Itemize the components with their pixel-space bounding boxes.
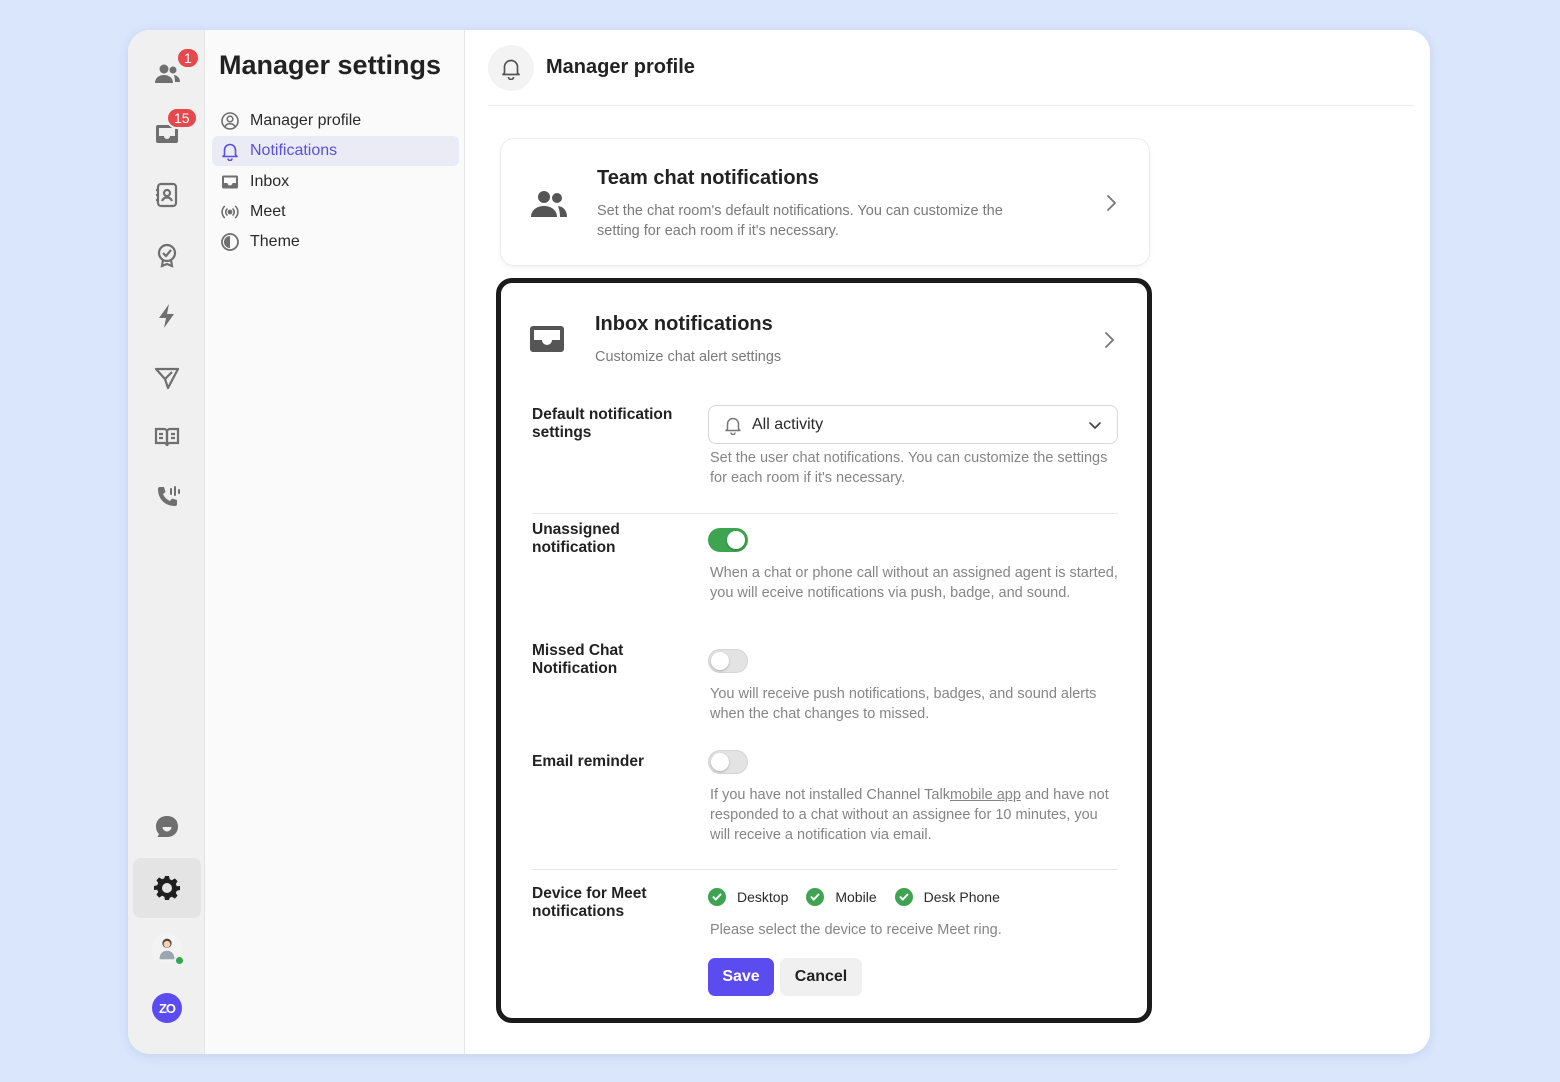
checkmark-icon — [708, 888, 726, 906]
nav-item-label: Meet — [250, 203, 286, 220]
device-label: Mobile — [835, 889, 877, 905]
app-rail: 1 15 ZO — [128, 30, 205, 1054]
nav-item-label: Manager profile — [250, 112, 362, 129]
main-content: Manager profile Team chat notifications … — [466, 30, 1430, 1054]
section-divider — [532, 869, 1118, 870]
app-window: 1 15 ZO Manager settings Manager profile… — [128, 30, 1430, 1054]
phone-icon — [158, 486, 180, 506]
rail-inbox-badge: 15 — [166, 107, 198, 129]
theme-icon — [221, 233, 239, 251]
email-reminder-label: Email reminder — [532, 753, 644, 770]
header-bell-button — [488, 44, 534, 91]
default-notification-help: Set the user chat notifications. You can… — [710, 450, 1108, 486]
rail-team-badge: 1 — [176, 47, 200, 69]
lightning-icon — [159, 304, 174, 328]
book-icon — [154, 427, 180, 447]
nav-item-label: Notifications — [250, 142, 338, 159]
meet-device-help: Please select the device to receive Meet… — [710, 922, 1002, 938]
unassigned-notification-help: When a chat or phone call without an ass… — [710, 565, 1118, 601]
team-icon — [531, 191, 567, 217]
team-icon — [155, 64, 180, 83]
email-reminder-toggle[interactable] — [708, 750, 748, 774]
team-chat-description: Set the chat room's default notification… — [597, 203, 1003, 239]
rail-team[interactable]: 1 — [133, 44, 201, 104]
rail-campaign[interactable] — [133, 348, 201, 408]
meet-device-options: Desktop Mobile Desk Phone — [708, 888, 1018, 906]
team-chat-notifications-card[interactable]: Team chat notifications Set the chat roo… — [500, 138, 1150, 266]
avatar — [152, 933, 185, 966]
cancel-button[interactable]: Cancel — [780, 958, 862, 996]
email-help-text: If you have not installed Channel Talk — [710, 787, 950, 803]
default-notification-select[interactable]: All activity — [708, 405, 1118, 444]
badge-check-icon — [157, 243, 177, 268]
device-checkbox-desktop[interactable]: Desktop — [708, 888, 788, 906]
rail-inbox[interactable]: 15 — [133, 104, 201, 164]
send-icon — [154, 367, 180, 390]
settings-sidebar: Manager settings Manager profile Notific… — [205, 30, 465, 1054]
device-label: Desktop — [737, 889, 789, 905]
gear-icon — [154, 876, 180, 900]
nav-item-meet[interactable]: Meet — [212, 197, 459, 227]
contacts-icon — [156, 182, 178, 208]
settings-title: Manager settings — [219, 50, 442, 80]
chevron-down-icon — [1089, 422, 1101, 429]
default-notification-value: All activity — [752, 415, 824, 433]
inbox-notifications-description: Customize chat alert settings — [595, 349, 782, 365]
rail-automation[interactable] — [133, 286, 201, 346]
toggle-knob — [711, 652, 729, 670]
mobile-app-link[interactable]: mobile app — [950, 787, 1021, 803]
save-button[interactable]: Save — [708, 958, 774, 996]
inbox-notifications-card: Inbox notifications Customize chat alert… — [496, 278, 1152, 1023]
section-divider — [532, 513, 1118, 514]
bell-icon — [725, 417, 741, 435]
nav-item-inbox[interactable]: Inbox — [212, 167, 459, 197]
inbox-icon — [530, 326, 564, 352]
team-chat-title: Team chat notifications — [597, 167, 819, 189]
broadcast-icon — [221, 205, 239, 219]
bell-icon — [502, 59, 520, 80]
chevron-right-icon[interactable] — [1103, 194, 1119, 212]
unassigned-notification-label: Unassigned notification — [532, 521, 620, 556]
rail-contacts[interactable] — [133, 165, 201, 225]
rail-phone[interactable] — [133, 467, 201, 527]
email-reminder-help: If you have not installed Channel Talkmo… — [710, 785, 1120, 845]
device-label: Desk Phone — [923, 889, 1000, 905]
missed-chat-label: Missed Chat Notification — [532, 642, 624, 677]
page-title: Manager profile — [546, 56, 695, 78]
toggle-knob — [711, 753, 729, 771]
online-status-dot — [174, 955, 185, 966]
chevron-right-icon[interactable] — [1101, 331, 1117, 349]
nav-item-label: Theme — [250, 233, 300, 250]
meet-device-label: Device for Meet notifications — [532, 885, 647, 920]
nav-item-label: Inbox — [250, 173, 290, 190]
rail-channel[interactable] — [133, 797, 201, 857]
rail-docs[interactable] — [133, 407, 201, 467]
rail-badge[interactable] — [133, 225, 201, 285]
bell-icon — [222, 143, 238, 161]
rail-settings[interactable] — [133, 858, 201, 918]
missed-chat-help: You will receive push notifications, bad… — [710, 686, 1097, 722]
nav-item-theme[interactable]: Theme — [212, 227, 459, 257]
rail-logo[interactable]: ZO — [133, 978, 201, 1038]
unassigned-notification-toggle[interactable] — [708, 528, 748, 552]
device-checkbox-desk-phone[interactable]: Desk Phone — [894, 888, 1000, 906]
inbox-icon — [222, 175, 238, 189]
nav-item-manager-profile[interactable]: Manager profile — [212, 106, 459, 136]
chat-bubble-icon — [155, 816, 178, 837]
checkmark-icon — [806, 888, 825, 906]
zo-logo: ZO — [152, 993, 182, 1023]
rail-user[interactable] — [133, 918, 201, 978]
default-notification-label: Default notification settings — [532, 406, 673, 441]
device-checkbox-mobile[interactable]: Mobile — [806, 888, 877, 906]
checkmark-icon — [894, 888, 913, 906]
toggle-knob — [727, 531, 745, 549]
page-header: Manager profile — [488, 30, 1414, 106]
inbox-notifications-title: Inbox notifications — [595, 313, 773, 335]
user-circle-icon — [221, 112, 239, 130]
missed-chat-toggle[interactable] — [708, 649, 748, 673]
nav-item-notifications[interactable]: Notifications — [212, 136, 459, 166]
